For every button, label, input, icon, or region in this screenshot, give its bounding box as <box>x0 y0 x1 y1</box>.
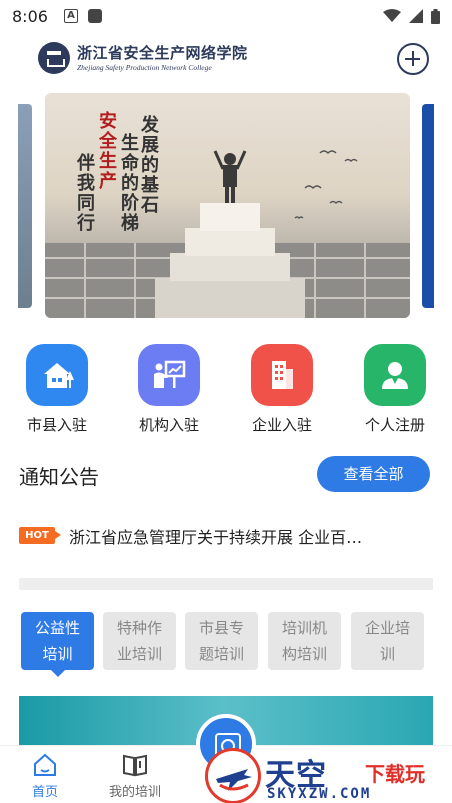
banner-prev-slide[interactable] <box>18 104 32 308</box>
nav-label: 我的培训 <box>108 785 161 800</box>
college-logo-icon <box>38 42 70 74</box>
battery-icon <box>431 8 440 24</box>
quick-entry-label: 市县入驻 <box>26 416 87 434</box>
watermark-subtitle: 下载玩 <box>365 762 425 786</box>
app-header: 浙江省安全生产网络学院 Zhejiang Safety Production N… <box>0 36 452 84</box>
nav-my-training[interactable]: 我的培训 <box>90 752 180 800</box>
quick-entry-institution[interactable]: 机构入驻 <box>119 344 219 435</box>
section-divider <box>19 578 433 590</box>
square-icon <box>87 9 102 23</box>
watermark-url: SKYXZW.COM <box>267 786 372 802</box>
tab-city-topic[interactable]: 市县专 题培训 <box>185 612 258 670</box>
book-icon <box>122 752 148 778</box>
house-icon <box>26 344 88 406</box>
view-all-button[interactable]: 查看全部 <box>317 456 430 492</box>
quick-entry-city[interactable]: 市县入驻 <box>7 344 107 435</box>
tab-label: 培训机 构培训 <box>281 619 327 663</box>
tab-special-operation[interactable]: 特种作 业培训 <box>103 612 176 670</box>
tab-enterprise[interactable]: 企业培 训 <box>351 612 424 670</box>
nav-label: 首页 <box>31 785 58 800</box>
signal-icon <box>409 9 423 23</box>
nav-home[interactable]: 首页 <box>0 752 90 800</box>
status-bar: 8:06 A <box>0 0 452 32</box>
quick-entry-label: 机构入驻 <box>138 416 199 434</box>
banner-slide[interactable]: 发展的基石 生命的阶梯 安全生产 伴我同行 <box>45 93 410 318</box>
tab-label: 企业培 训 <box>364 619 410 663</box>
quick-entry-label: 个人注册 <box>364 416 425 434</box>
status-system-icons <box>383 8 440 24</box>
tab-institution[interactable]: 培训机 构培训 <box>268 612 341 670</box>
hot-badge: HOT <box>19 527 61 544</box>
logo-subtitle: Zhejiang Safety Production Network Colle… <box>77 63 212 72</box>
home-icon <box>32 752 58 778</box>
tab-label: 公益性 培训 <box>34 619 80 663</box>
person-icon <box>364 344 426 406</box>
banner-next-slide[interactable] <box>422 104 434 308</box>
notice-section-title: 通知公告 <box>19 465 99 489</box>
quick-entry-label: 企业入驻 <box>251 416 312 434</box>
quick-entry-personal[interactable]: 个人注册 <box>345 344 445 435</box>
banner-text-line-4: 伴我同行 <box>74 153 95 233</box>
watermark-logo-icon <box>205 748 261 803</box>
plus-circle-icon[interactable] <box>397 43 429 75</box>
tab-public-training[interactable]: 公益性 培训 <box>21 612 94 677</box>
wifi-icon <box>383 9 401 22</box>
quick-entry-enterprise[interactable]: 企业入驻 <box>232 344 332 435</box>
site-watermark: 天空 下载玩 SKYXZW.COM <box>205 748 450 803</box>
a-icon: A <box>63 9 78 23</box>
tab-label: 特种作 业培训 <box>116 619 162 663</box>
notice-item[interactable]: 浙江省应急管理厅关于持续开展 企业百… <box>69 524 419 548</box>
building-icon <box>251 344 313 406</box>
presenter-icon <box>138 344 200 406</box>
tab-label: 市县专 题培训 <box>198 619 244 663</box>
logo-title: 浙江省安全生产网络学院 <box>77 44 248 62</box>
status-time: 8:06 <box>12 6 48 26</box>
